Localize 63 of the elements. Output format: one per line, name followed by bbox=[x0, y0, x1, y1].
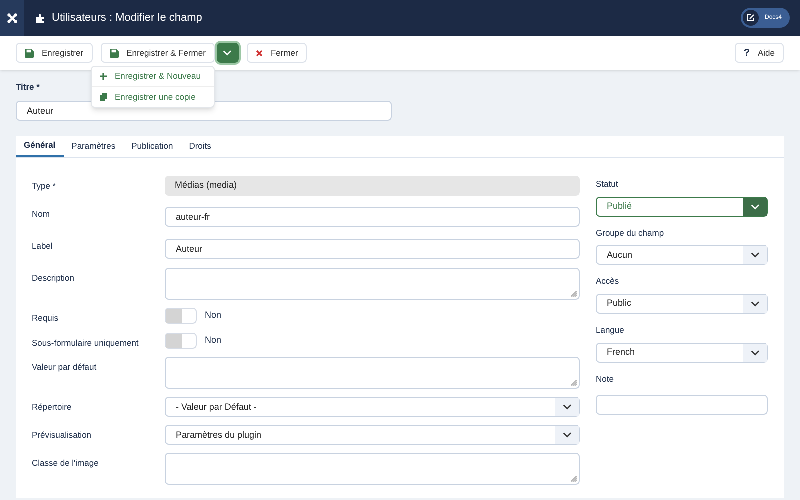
toggle-label: Non bbox=[205, 334, 222, 347]
select-field[interactable]: Aucun bbox=[596, 245, 768, 266]
chevron-down-icon bbox=[750, 350, 760, 356]
tab[interactable]: Droits bbox=[181, 136, 220, 157]
field-label: Statut bbox=[596, 178, 620, 190]
field-label: Note bbox=[596, 372, 615, 386]
toggle-label: Non bbox=[205, 309, 222, 322]
chevron-down-icon bbox=[750, 204, 760, 210]
field-label: Prévisualisation bbox=[32, 429, 93, 442]
field-label: Type * bbox=[32, 180, 58, 193]
textarea-field[interactable] bbox=[165, 268, 580, 300]
help-icon: ? bbox=[744, 46, 750, 60]
resize-grip-icon bbox=[571, 290, 577, 297]
field-label: Titre * bbox=[16, 81, 41, 94]
chevron-down-icon bbox=[562, 404, 572, 410]
select-field[interactable]: - Valeur par Défaut - bbox=[165, 397, 580, 418]
select-field[interactable]: French bbox=[596, 342, 768, 363]
close-icon bbox=[256, 50, 263, 56]
plus-icon bbox=[100, 73, 107, 80]
field-label: Requis bbox=[32, 312, 60, 324]
resize-grip-icon bbox=[571, 380, 577, 386]
select-field[interactable]: Paramètres du plugin bbox=[165, 425, 580, 446]
field-label: Description bbox=[32, 272, 76, 285]
textarea-field[interactable] bbox=[165, 357, 580, 390]
field-label: Valeur par défaut bbox=[32, 361, 98, 374]
chevron-down-icon bbox=[750, 301, 760, 307]
save-close-button[interactable]: Enregistrer & Fermer bbox=[100, 43, 215, 63]
input-field[interactable]: auteur-fr bbox=[165, 206, 580, 227]
page-title: Utilisateurs : Modifier le champ bbox=[52, 10, 202, 26]
tab[interactable]: Général bbox=[16, 136, 64, 157]
toggle-switch[interactable] bbox=[165, 332, 197, 348]
field-label: Sous-formulaire uniquement bbox=[32, 336, 140, 350]
chevron-down-icon bbox=[562, 432, 572, 438]
readonly-field: Médias (media) bbox=[165, 176, 580, 196]
dropdown-toggle-button[interactable] bbox=[216, 43, 239, 63]
field-label: Nom bbox=[32, 208, 51, 221]
field-label: Répertoire bbox=[32, 401, 73, 414]
copy-icon bbox=[100, 93, 107, 101]
help-button[interactable]: ? Aide bbox=[734, 43, 784, 63]
tab[interactable]: Publication bbox=[124, 136, 182, 157]
field-label: Langue bbox=[596, 324, 626, 337]
resize-grip-icon bbox=[571, 476, 577, 482]
puzzle-icon bbox=[36, 13, 46, 23]
select-field[interactable]: Public bbox=[596, 294, 768, 314]
input-field[interactable] bbox=[596, 394, 768, 414]
field-label: Accès bbox=[596, 275, 620, 288]
field-label: Groupe du champ bbox=[596, 226, 666, 240]
input-field[interactable]: Auteur bbox=[165, 238, 580, 259]
status-select[interactable]: Publié bbox=[596, 196, 768, 216]
save-icon bbox=[25, 48, 34, 58]
edit-icon bbox=[746, 14, 755, 22]
logo-icon bbox=[6, 12, 18, 24]
chevron-down-icon bbox=[223, 50, 232, 56]
toggle-switch[interactable] bbox=[165, 308, 197, 324]
close-button[interactable]: Fermer bbox=[246, 43, 308, 63]
textarea-field[interactable] bbox=[165, 453, 580, 486]
field-label: Classe de l'image bbox=[32, 457, 100, 470]
save-button[interactable]: Enregistrer bbox=[16, 43, 93, 63]
field-label: Label bbox=[32, 240, 54, 253]
chevron-down-icon bbox=[750, 252, 760, 258]
tab[interactable]: Paramètres bbox=[64, 136, 124, 157]
save-icon bbox=[110, 48, 119, 58]
menu-item[interactable]: Enregistrer & Nouveau bbox=[92, 67, 214, 87]
